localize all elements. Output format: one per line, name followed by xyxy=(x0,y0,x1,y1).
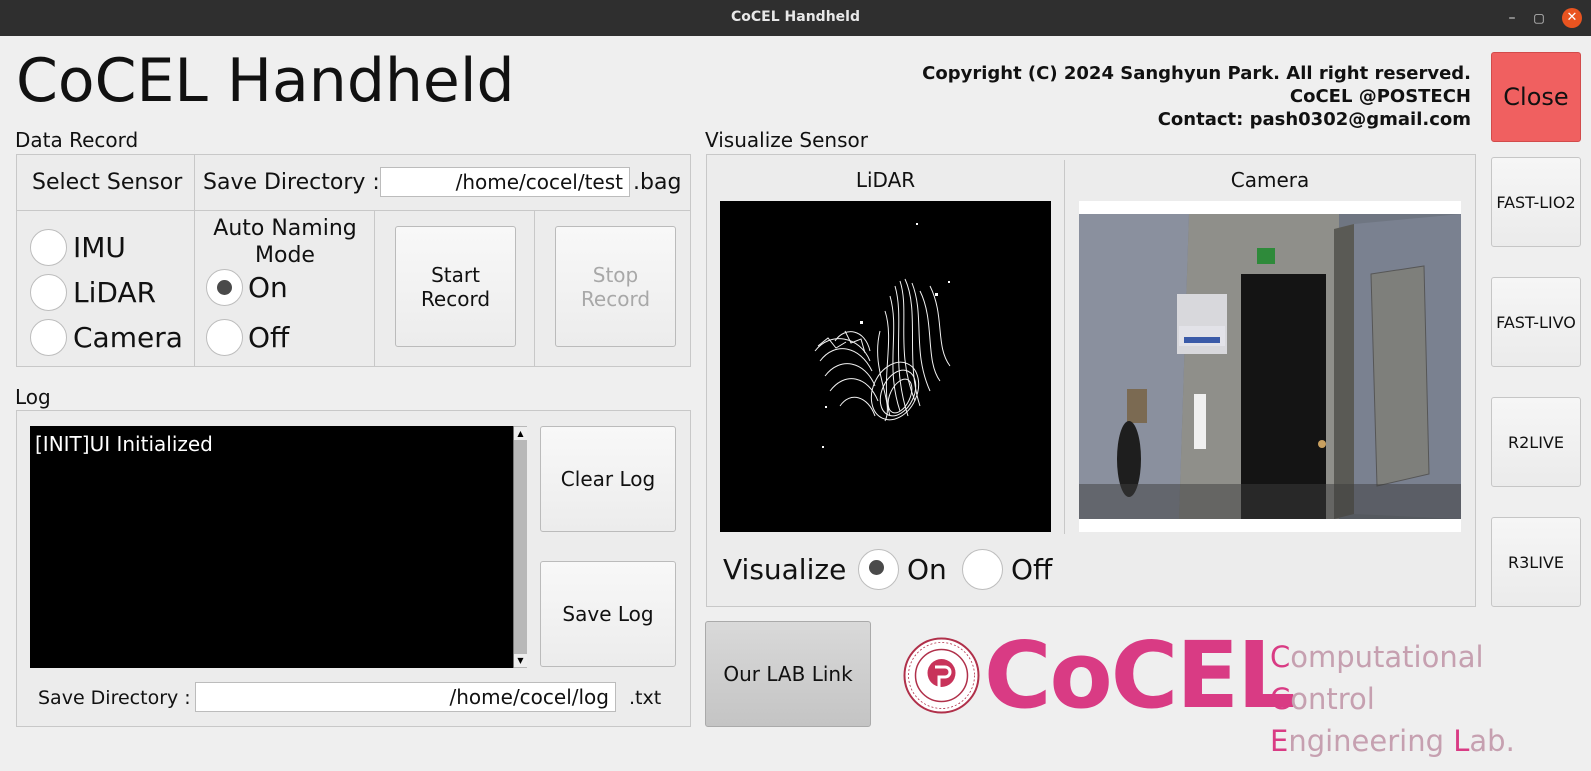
auto-naming-on-radio[interactable] xyxy=(206,269,243,306)
contact-line: Contact: pash0302@gmail.com xyxy=(1157,109,1471,130)
maximize-icon[interactable]: ▢ xyxy=(1529,8,1549,28)
log-save-directory-input[interactable]: /home/cocel/log xyxy=(195,682,616,712)
log-scrollbar[interactable]: ▲ ▼ xyxy=(513,426,527,668)
log-save-directory-label: Save Directory : xyxy=(38,687,191,709)
start-record-button[interactable]: Start Record xyxy=(395,226,516,347)
camera-image xyxy=(1079,214,1461,519)
txt-extension-label: .txt xyxy=(629,687,662,709)
scroll-down-icon[interactable]: ▼ xyxy=(514,654,527,667)
data-record-label: Data Record xyxy=(15,128,139,152)
visualize-off-radio[interactable] xyxy=(962,549,1003,590)
fast-lio2-button[interactable]: FAST-LIO2 xyxy=(1491,157,1581,247)
select-sensor-label: Select Sensor xyxy=(32,170,183,195)
close-button[interactable]: Close xyxy=(1491,52,1581,142)
bag-extension-label: .bag xyxy=(633,170,682,195)
fast-livo-button[interactable]: FAST-LIVO xyxy=(1491,277,1581,367)
postech-seal-icon xyxy=(903,637,980,714)
camera-feed-image xyxy=(1079,214,1461,519)
org-line: CoCEL @POSTECH xyxy=(1289,86,1471,107)
app-title: CoCEL Handheld xyxy=(16,46,515,116)
visualize-label: Visualize xyxy=(723,553,847,586)
clear-log-button[interactable]: Clear Log xyxy=(540,426,676,532)
visualize-sensor-label: Visualize Sensor xyxy=(705,128,868,152)
logo-subtitle-line2: Engineering Lab. xyxy=(1270,724,1515,758)
lidar-point-cloud xyxy=(814,223,951,448)
divider xyxy=(374,211,375,367)
minimize-icon[interactable]: – xyxy=(1502,8,1522,28)
window-titlebar: CoCEL Handheld – ▢ ✕ xyxy=(0,0,1591,36)
cocel-logo-text: CoCEL xyxy=(984,622,1296,729)
visualize-on-radio[interactable] xyxy=(858,549,899,590)
cocel-logo-subtitle: Computational Control Engineering Lab. xyxy=(1270,636,1591,762)
save-log-button[interactable]: Save Log xyxy=(540,561,676,667)
start-record-label: Start Record xyxy=(420,262,491,311)
lidar-label: LiDAR xyxy=(73,276,157,309)
camera-view-frame xyxy=(1079,201,1461,532)
close-window-icon[interactable]: ✕ xyxy=(1562,8,1582,28)
divider xyxy=(1064,160,1065,534)
imu-label: IMU xyxy=(73,231,126,264)
stop-record-label: Stop Record xyxy=(580,262,651,311)
divider xyxy=(534,211,535,367)
stop-record-button[interactable]: Stop Record xyxy=(555,226,676,347)
lidar-view-label: LiDAR xyxy=(855,168,916,192)
auto-naming-mode-label: Auto Naming Mode xyxy=(213,216,357,268)
auto-naming-on-label: On xyxy=(248,271,288,304)
camera-label: Camera xyxy=(73,321,183,354)
copyright-line: Copyright (C) 2024 Sanghyun Park. All ri… xyxy=(922,63,1471,84)
lidar-point-cloud-view xyxy=(720,201,1051,532)
visualize-off-label: Off xyxy=(1011,553,1053,586)
imu-radio[interactable] xyxy=(30,229,67,266)
r2live-button[interactable]: R2LIVE xyxy=(1491,397,1581,487)
log-label: Log xyxy=(15,385,51,409)
log-textarea[interactable]: [INIT]UI Initialized ▲ ▼ xyxy=(30,426,527,668)
camera-radio[interactable] xyxy=(30,319,67,356)
visualize-on-label: On xyxy=(907,553,947,586)
copyright-block: Copyright (C) 2024 Sanghyun Park. All ri… xyxy=(922,62,1471,131)
r3live-button[interactable]: R3LIVE xyxy=(1491,517,1581,607)
logo-subtitle-line1: Computational Control xyxy=(1270,640,1484,716)
divider xyxy=(17,210,691,211)
record-save-directory-input[interactable]: /home/cocel/test xyxy=(380,167,630,197)
scroll-up-icon[interactable]: ▲ xyxy=(514,427,527,440)
auto-naming-off-label: Off xyxy=(248,321,290,354)
camera-view-label: Camera xyxy=(1230,168,1310,192)
lab-link-button[interactable]: Our LAB Link xyxy=(705,621,871,727)
divider xyxy=(194,155,195,367)
save-directory-label: Save Directory : xyxy=(203,170,380,195)
window-title: CoCEL Handheld xyxy=(731,9,860,25)
lidar-radio[interactable] xyxy=(30,274,67,311)
log-text: [INIT]UI Initialized xyxy=(35,432,213,456)
auto-naming-off-radio[interactable] xyxy=(206,319,243,356)
